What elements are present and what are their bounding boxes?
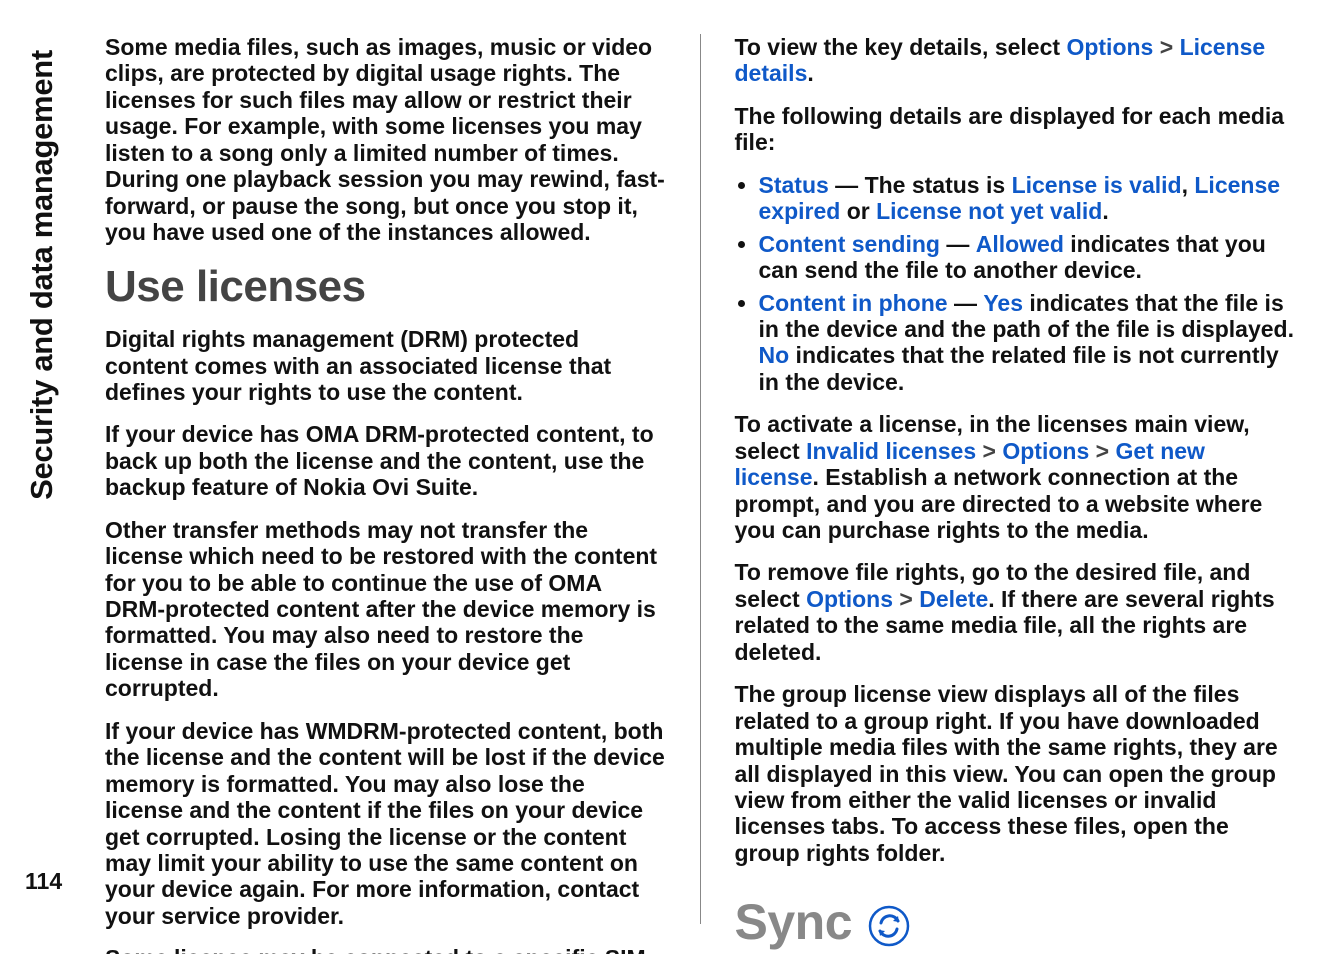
text: — [940, 231, 976, 257]
text: — The status is [829, 172, 1012, 198]
left-column: Some media files, such as images, music … [105, 34, 666, 924]
paragraph-key-details: To view the key details, select Options … [735, 34, 1296, 87]
paragraph: Some media files, such as images, music … [105, 34, 666, 246]
link-allowed[interactable]: Allowed [976, 231, 1064, 257]
link-license-valid[interactable]: License is valid [1012, 172, 1182, 198]
heading-sync-text: Sync [735, 894, 853, 952]
page-root: Security and data management 114 Some me… [0, 0, 1322, 954]
list-item: Content in phone — Yes indicates that th… [759, 290, 1296, 396]
heading-use-licenses: Use licenses [105, 262, 666, 313]
right-column: To view the key details, select Options … [735, 34, 1296, 924]
link-options[interactable]: Options [806, 586, 893, 612]
sidebar-section-tab: Security and data management [22, 30, 62, 520]
link-content-in-phone[interactable]: Content in phone [759, 290, 948, 316]
paragraph-activate: To activate a license, in the licenses m… [735, 411, 1296, 543]
text: > [893, 586, 919, 612]
page-number: 114 [25, 868, 62, 895]
paragraph: The group license view displays all of t… [735, 681, 1296, 866]
text: . Establish a network connection at the … [735, 464, 1263, 543]
text: or [840, 198, 876, 224]
link-status[interactable]: Status [759, 172, 829, 198]
content-columns: Some media files, such as images, music … [105, 34, 1295, 924]
text: > [1089, 438, 1115, 464]
text: — [948, 290, 984, 316]
link-license-not-yet-valid[interactable]: License not yet valid [876, 198, 1102, 224]
text: To view the key details, select [735, 34, 1067, 60]
text: . [807, 60, 813, 86]
text: > [976, 438, 1002, 464]
link-yes[interactable]: Yes [983, 290, 1023, 316]
paragraph: If your device has WMDRM-protected conte… [105, 718, 666, 930]
link-content-sending[interactable]: Content sending [759, 231, 940, 257]
paragraph: Some license may be connected to a speci… [105, 945, 666, 954]
text: > [1153, 34, 1179, 60]
text: , [1182, 172, 1195, 198]
sidebar-section-title: Security and data management [24, 50, 60, 500]
heading-sync: Sync [735, 894, 1296, 952]
column-divider [700, 34, 701, 924]
paragraph: If your device has OMA DRM-protected con… [105, 421, 666, 500]
list-item: Content sending — Allowed indicates that… [759, 231, 1296, 284]
paragraph: Other transfer methods may not transfer … [105, 517, 666, 702]
paragraph: Digital rights management (DRM) protecte… [105, 326, 666, 405]
link-invalid-licenses[interactable]: Invalid licenses [806, 438, 976, 464]
link-no[interactable]: No [759, 342, 790, 368]
text: . [1102, 198, 1108, 224]
list-item: Status — The status is License is valid,… [759, 172, 1296, 225]
text: indicates that the related file is not c… [759, 342, 1279, 394]
paragraph-remove: To remove file rights, go to the desired… [735, 559, 1296, 665]
link-delete[interactable]: Delete [919, 586, 988, 612]
link-options[interactable]: Options [1002, 438, 1089, 464]
paragraph: The following details are displayed for … [735, 103, 1296, 156]
link-options[interactable]: Options [1066, 34, 1153, 60]
details-list: Status — The status is License is valid,… [735, 172, 1296, 396]
sync-icon [868, 902, 910, 944]
